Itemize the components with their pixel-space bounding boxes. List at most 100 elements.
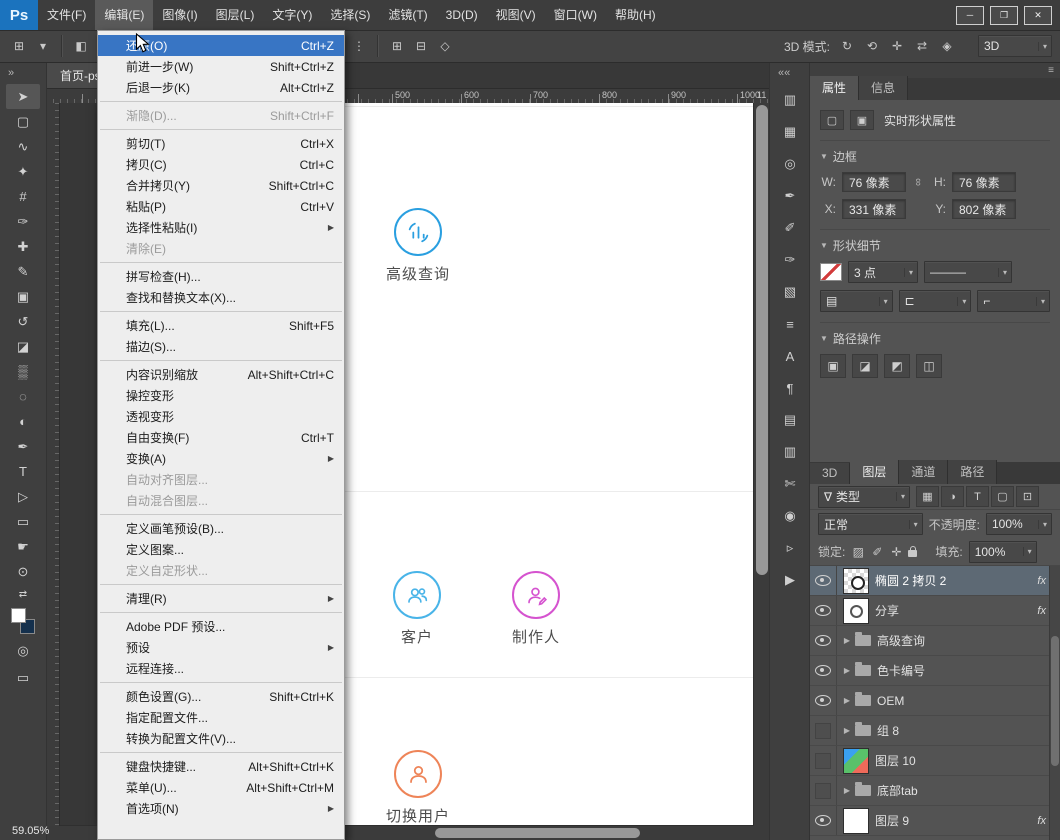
filter-type-select[interactable]: ∇ 类型 ▾ [818,486,910,508]
paragraph-styles-panel-icon[interactable]: ▥ [777,439,803,465]
stroke-corners-select[interactable]: ⌐▾ [977,290,1050,312]
layer-row[interactable]: ▶高级查询 [810,626,1060,656]
width-field[interactable]: 76 像素 [842,172,906,192]
layer-row[interactable]: ▶色卡编号 [810,656,1060,686]
edit-menu-item[interactable]: 拼写检查(H)... [98,266,344,287]
layers-scrollbar[interactable] [1049,566,1060,840]
layer-comps-panel-icon[interactable]: ≡ [777,311,803,337]
layer-row[interactable]: 分享fx▾ [810,596,1060,626]
collapse-tools-icon[interactable]: » [0,62,46,84]
opacity-select[interactable]: 100% ▾ [986,513,1052,535]
edit-menu-item[interactable]: 选择性粘贴(I)▶ [98,217,344,238]
y-field[interactable]: 802 像素 [952,199,1016,219]
edit-menu-item[interactable]: Adobe PDF 预设... [98,616,344,637]
dodge-tool[interactable]: ◐ [6,409,40,434]
styles-panel-icon[interactable]: ◎ [777,151,803,177]
3d-roll-icon[interactable]: ⟲ [861,36,883,56]
edit-menu-item[interactable]: 颜色设置(G)...Shift+Ctrl+K [98,686,344,707]
edit-menu-item[interactable]: 转换为配置文件(V)... [98,728,344,749]
edit-menu-item[interactable]: 粘贴(P)Ctrl+V [98,196,344,217]
timeline-panel-icon[interactable]: ▶ [777,567,803,593]
foreground-color[interactable] [11,608,26,623]
crop-tool[interactable]: # [6,184,40,209]
blend-mode-select[interactable]: 正常 ▾ [818,513,923,535]
combine-shapes-icon[interactable]: ▣ [820,354,846,378]
edit-menu-item[interactable]: 清除(E) [98,238,344,259]
gradient-tool[interactable]: ▒ [6,359,40,384]
layers-tab-2[interactable]: 通道 [899,460,948,484]
visibility-toggle[interactable] [810,776,837,805]
pen-tool[interactable]: ✒ [6,434,40,459]
visibility-toggle[interactable] [810,686,837,715]
3d-pan-icon[interactable]: ✛ [886,36,908,56]
layer-row[interactable]: ▶底部tab [810,776,1060,806]
distribute-right-icon[interactable]: ⋮ [348,36,370,56]
clone-stamp-tool[interactable]: ▣ [6,284,40,309]
panel-menu-icon[interactable]: ≡ [1048,65,1054,76]
measurement-log-panel-icon[interactable]: ◉ [777,503,803,529]
link-dimensions-icon[interactable]: ∞ [912,176,924,188]
edit-menu-item[interactable]: 自动混合图层... [98,490,344,511]
character-panel-icon[interactable]: A [777,343,803,369]
stroke-style-select[interactable]: ——— ▾ [924,261,1012,283]
move-tool[interactable]: ➤ [6,84,40,109]
edit-menu-item[interactable]: 查找和替换文本(X)... [98,287,344,308]
menubar-item[interactable]: 图像(I) [153,0,206,30]
3d-scale-icon[interactable]: ◈ [936,36,958,56]
menubar-item[interactable]: 编辑(E) [95,0,153,30]
properties-tab-1[interactable]: 信息 [859,76,908,100]
quick-selection-tool[interactable]: ✦ [6,159,40,184]
filter-type-layers-icon[interactable]: T [966,486,989,507]
filter-smart-objects-icon[interactable]: ⊡ [1016,486,1039,507]
layers-tab-3[interactable]: 路径 [948,460,997,484]
x-field[interactable]: 331 像素 [842,199,906,219]
path-operations-section[interactable]: ▼ 路径操作 [820,322,1050,347]
layer-row[interactable]: 椭圆 2 拷贝 2fx▾ [810,566,1060,596]
align-left-icon[interactable]: ◧ [70,36,92,56]
menubar-item[interactable]: 帮助(H) [606,0,665,30]
layers-tab-1[interactable]: 图层 [850,460,899,484]
menubar-item[interactable]: 3D(D) [437,0,487,30]
subtract-shape-icon[interactable]: ◪ [852,354,878,378]
edit-menu-item[interactable]: 剪切(T)Ctrl+X [98,133,344,154]
healing-brush-tool[interactable]: ✚ [6,234,40,259]
visibility-toggle[interactable] [810,566,837,595]
stroke-caps-select[interactable]: ⊏▾ [899,290,972,312]
visibility-toggle[interactable] [810,626,837,655]
visibility-toggle[interactable] [810,656,837,685]
zoom-tool[interactable]: ⊙ [6,559,40,584]
menubar-item[interactable]: 视图(V) [487,0,545,30]
filter-shape-layers-icon[interactable]: ▢ [991,486,1014,507]
edit-menu-item[interactable]: 合并拷贝(Y)Shift+Ctrl+C [98,175,344,196]
menubar-item[interactable]: 文件(F) [38,0,95,30]
expander-icon[interactable]: ▶ [841,726,853,735]
lock-position-icon[interactable]: ✛ [889,545,903,559]
auto-align-icon[interactable]: ⊞ [386,36,408,56]
layer-row[interactable]: 图层 9fx▾ [810,806,1060,836]
marquee-tool[interactable]: ▢ [6,109,40,134]
tool-presets-arrow-icon[interactable]: ▾ [32,36,54,56]
character-styles-panel-icon[interactable]: ▤ [777,407,803,433]
swap-colors-icon[interactable]: ⇄ [6,586,40,602]
edit-menu-item[interactable]: 拷贝(C)Ctrl+C [98,154,344,175]
adjustments-panel-icon[interactable]: ▥ [777,87,803,113]
visibility-toggle[interactable] [810,716,837,745]
expander-icon[interactable]: ▶ [841,636,853,645]
eyedropper-tool[interactable]: ✑ [6,209,40,234]
edit-menu-item[interactable]: 首选项(N)▶ [98,798,344,819]
3d-slide-icon[interactable]: ⇄ [911,36,933,56]
menubar-item[interactable]: 文字(Y) [263,0,321,30]
layer-row[interactable]: ▶组 8 [810,716,1060,746]
notes-panel-icon[interactable]: ✄ [777,471,803,497]
exclude-shape-icon[interactable]: ◫ [916,354,942,378]
zoom-level[interactable]: 59.05% [12,825,49,837]
history-brush-tool[interactable]: ↺ [6,309,40,334]
screen-mode-button[interactable]: ▭ [6,665,40,690]
shape-details-section[interactable]: ▼ 形状细节 [820,229,1050,254]
edit-menu-item[interactable]: 内容识别缩放Alt+Shift+Ctrl+C [98,364,344,385]
edit-menu-item[interactable]: 自动对齐图层... [98,469,344,490]
expander-icon[interactable]: ▶ [841,666,853,675]
edit-menu-item[interactable]: 自由变换(F)Ctrl+T [98,427,344,448]
warp-mode-icon[interactable]: ⊟ [410,36,432,56]
clone-source-panel-icon[interactable]: ▧ [777,279,803,305]
